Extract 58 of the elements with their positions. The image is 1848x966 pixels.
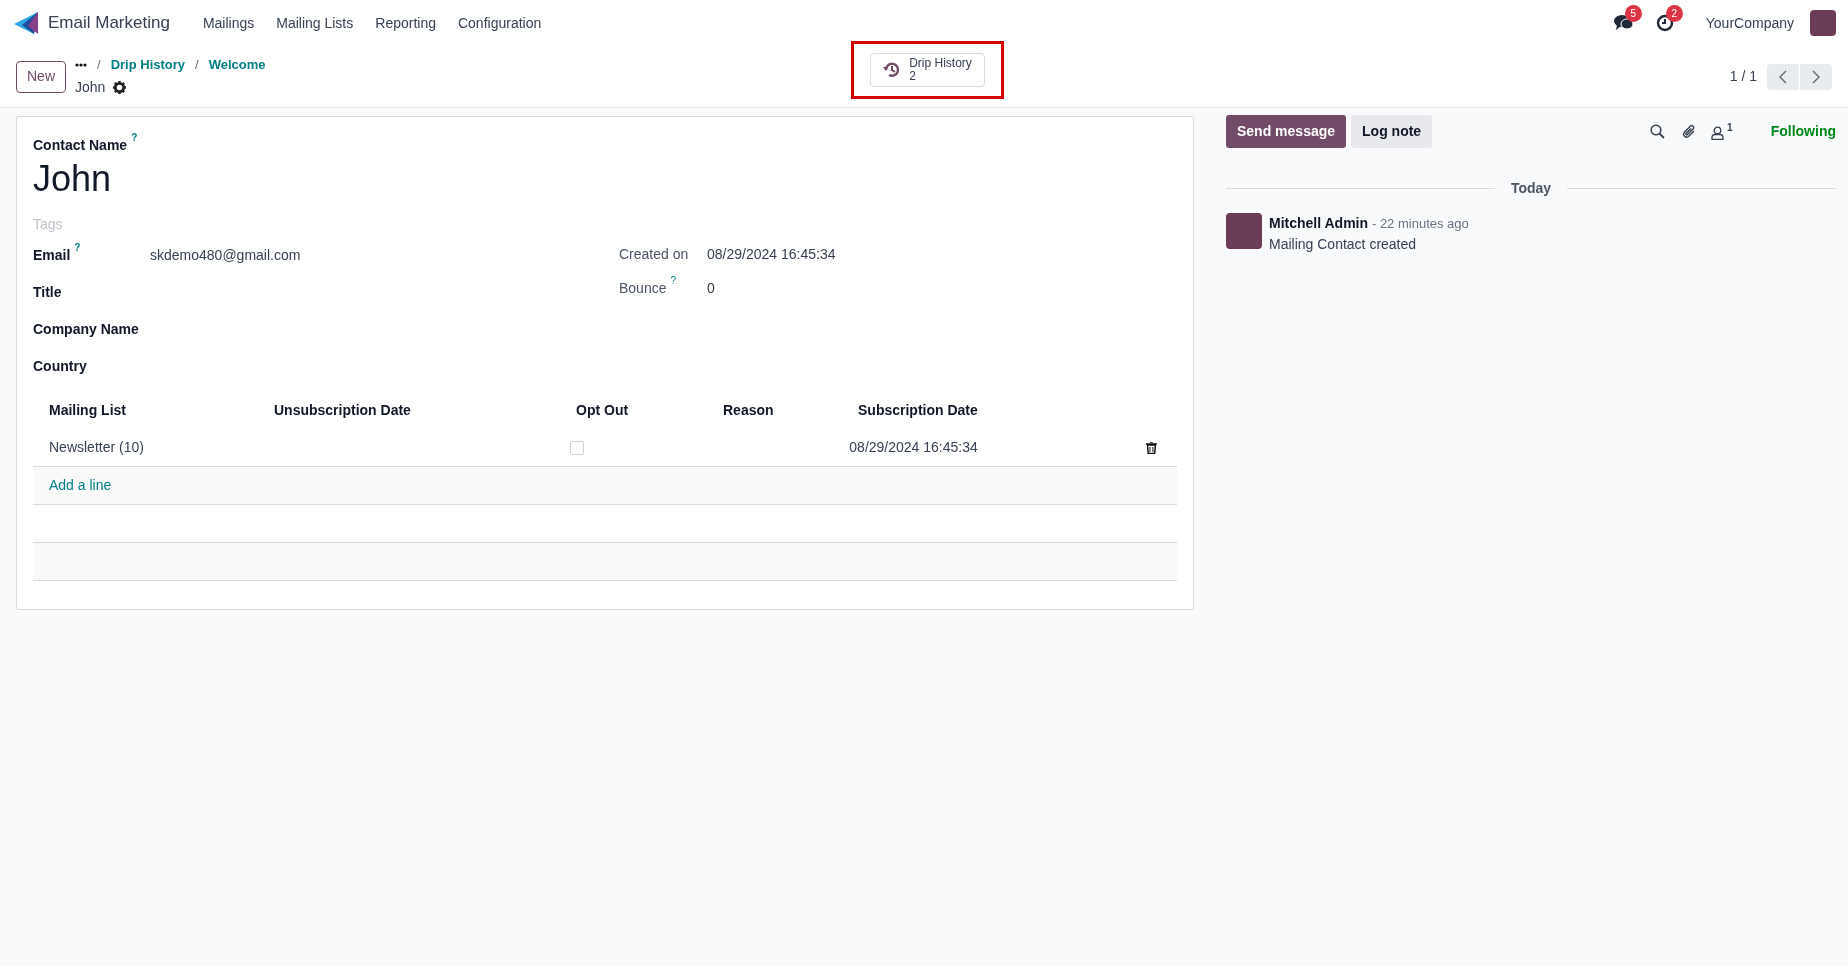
new-button[interactable]: New <box>16 60 66 93</box>
table-cell: Newsletter (10) <box>49 439 144 455</box>
send-message-button[interactable]: Send message <box>1226 115 1347 148</box>
menu-item[interactable]: Reporting <box>364 12 447 34</box>
field-label: Country <box>33 357 87 376</box>
field-value: 08/29/2024 16:45:34 <box>707 244 836 264</box>
field-label: Company Name <box>33 320 139 339</box>
field-value: 0 <box>707 278 715 298</box>
field-value[interactable]: skdemo480@gmail.com <box>150 245 301 266</box>
menu-item[interactable]: Mailings <box>191 12 266 34</box>
opt-out-checkbox[interactable] <box>570 440 585 455</box>
column-header[interactable]: Subscription Date <box>858 401 978 418</box>
record-name: John <box>75 77 106 97</box>
help-icon[interactable]: ? <box>131 133 138 143</box>
field-label: Contact Name <box>33 136 128 155</box>
field-label: Email <box>33 246 71 265</box>
column-header[interactable]: Opt Out <box>576 401 629 418</box>
history-icon <box>883 61 902 79</box>
clock-icon[interactable] <box>1655 14 1674 32</box>
date-separator: Today <box>1510 179 1552 198</box>
company-name[interactable]: YourCompany <box>1705 12 1794 34</box>
field-label: Bounce <box>619 278 667 298</box>
column-header[interactable]: Unsubscription Date <box>274 401 411 418</box>
trash-icon[interactable] <box>1146 441 1157 454</box>
following-link[interactable]: Following <box>1770 121 1836 142</box>
help-icon[interactable]: ? <box>670 275 677 286</box>
tags-field[interactable]: Tags <box>33 214 333 235</box>
log-note-button[interactable]: Log note <box>1351 115 1433 148</box>
message-time: - 22 minutes ago <box>1371 216 1469 231</box>
breadcrumb-separator: / <box>195 56 199 75</box>
help-icon[interactable]: ? <box>74 243 81 253</box>
notification-badge: 5 <box>1624 5 1642 22</box>
pager-value[interactable]: 1 / 1 <box>1729 66 1757 87</box>
menu-item[interactable]: Configuration <box>446 12 553 34</box>
field-label: Created on <box>619 244 689 264</box>
column-header[interactable]: Mailing List <box>49 401 126 418</box>
drip-history-button[interactable]: Drip History 2 <box>870 53 985 87</box>
table-cell: 08/29/2024 16:45:34 <box>849 439 978 455</box>
follower-count: 1 <box>1727 121 1733 135</box>
menu-item[interactable]: Mailing Lists <box>265 12 365 34</box>
app-logo-icon[interactable] <box>14 12 38 34</box>
name-field[interactable]: John <box>33 156 633 202</box>
breadcrumb-link[interactable]: Drip History <box>110 55 186 75</box>
breadcrumb-separator: / <box>97 56 101 75</box>
app-name[interactable]: Email Marketing <box>48 10 170 36</box>
message-body: Mailing Contact created <box>1269 235 1418 254</box>
author-name[interactable]: Mitchell Admin <box>1269 215 1369 231</box>
search-icon[interactable] <box>1650 124 1666 139</box>
add-line-link[interactable]: Add a line <box>49 475 112 496</box>
chevron-right-icon <box>1812 69 1820 84</box>
column-header[interactable]: Reason <box>723 401 774 418</box>
gear-icon[interactable] <box>113 80 127 94</box>
breadcrumb-link[interactable]: Welcome <box>208 55 266 75</box>
more-icon[interactable] <box>75 63 87 67</box>
field-label: Title <box>33 283 62 302</box>
chevron-left-icon <box>1779 69 1787 84</box>
notification-badge: 2 <box>1665 5 1683 22</box>
follower-icon[interactable] <box>1711 126 1725 140</box>
